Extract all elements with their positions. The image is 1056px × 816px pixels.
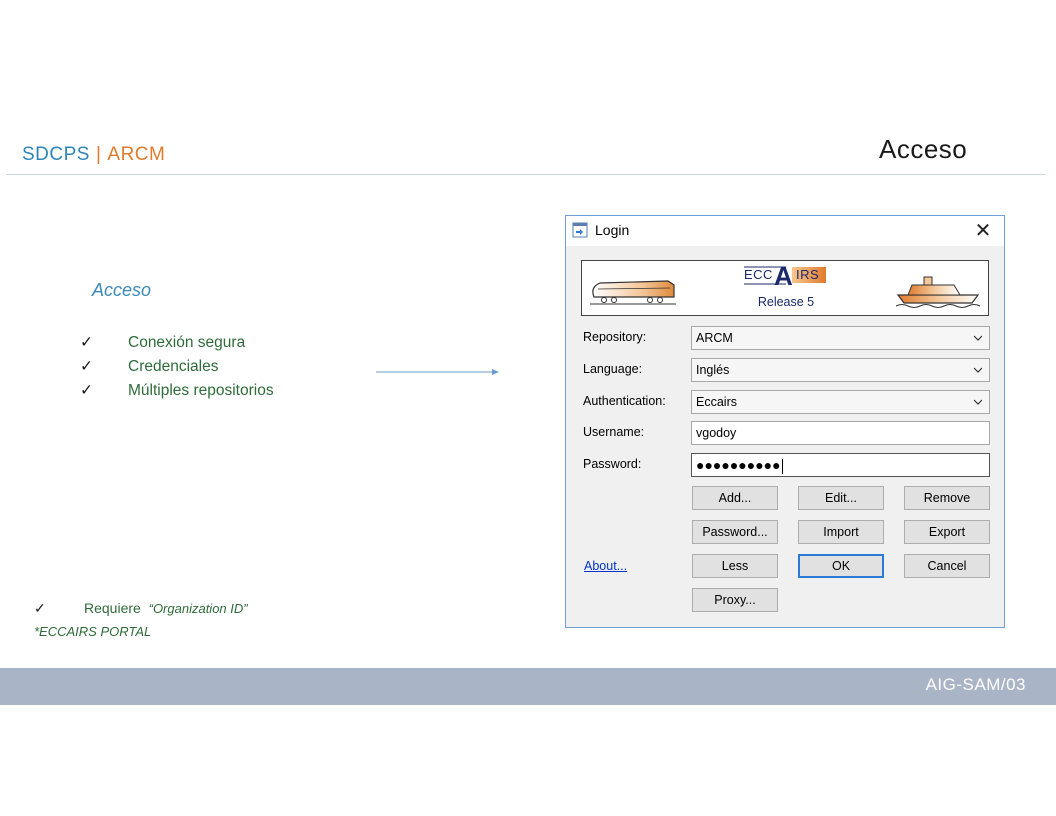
note-prefix: Requiere [84, 600, 141, 616]
note-emphasis: “Organization ID” [148, 601, 248, 616]
less-button[interactable]: Less [692, 554, 778, 578]
ok-button[interactable]: OK [798, 554, 884, 578]
about-link[interactable]: About... [584, 559, 627, 573]
ship-icon [895, 276, 981, 308]
portal-note: *ECCAIRS PORTAL [34, 624, 152, 639]
repository-select[interactable]: ARCM [691, 326, 990, 350]
train-icon [590, 280, 676, 305]
eccairs-banner: ECC A IRS Release 5 [581, 260, 989, 316]
import-button[interactable]: Import [798, 520, 884, 544]
section-heading: Acceso [92, 280, 152, 300]
eccairs-logo: ECC A IRS Release 5 [738, 261, 834, 312]
close-icon[interactable]: ✕ [970, 218, 996, 244]
text-caret [781, 458, 783, 474]
repository-value: ARCM [696, 331, 733, 345]
logo-text-mid: A [774, 261, 793, 291]
edit-button[interactable]: Edit... [798, 486, 884, 510]
feature-item: ✓ Conexión segura [80, 333, 245, 352]
checkmark-icon: ✓ [80, 358, 93, 375]
feature-item: ✓ Múltiples repositorios [80, 381, 274, 400]
header-divider [6, 174, 1046, 175]
proxy-button[interactable]: Proxy... [692, 588, 778, 612]
dialog-titlebar[interactable]: Login ✕ [566, 216, 1004, 246]
arrow-right-icon [376, 369, 499, 375]
brand-header: SDCPS | ARCM [22, 144, 165, 166]
language-select[interactable]: Inglés [691, 358, 990, 382]
cancel-button[interactable]: Cancel [904, 554, 990, 578]
checkmark-icon: ✓ [80, 334, 93, 351]
language-label: Language: [583, 362, 643, 376]
brand-separator: | [95, 144, 102, 165]
slide-title: Acceso [879, 134, 968, 164]
brand-sdcps: SDCPS [22, 144, 90, 165]
authentication-select[interactable]: Eccairs [691, 390, 990, 414]
language-value: Inglés [696, 363, 730, 377]
chevron-down-icon [973, 367, 983, 373]
logo-text-right: IRS [796, 267, 820, 282]
username-input[interactable]: vgodoy [691, 421, 990, 445]
dialog-title: Login [595, 222, 630, 238]
feature-label: Credenciales [128, 358, 219, 375]
chevron-down-icon [973, 335, 983, 341]
remove-button[interactable]: Remove [904, 486, 990, 510]
password-input[interactable]: ●●●●●●●●●● [691, 453, 990, 477]
export-button[interactable]: Export [904, 520, 990, 544]
chevron-down-icon [973, 399, 983, 405]
username-label: Username: [583, 425, 645, 439]
logo-release: Release 5 [757, 295, 815, 309]
logo-text-left: ECC [744, 267, 773, 282]
feature-item: ✓ Credenciales [80, 357, 218, 376]
checkmark-icon: ✓ [80, 382, 93, 399]
add-button[interactable]: Add... [692, 486, 778, 510]
authentication-label: Authentication: [583, 394, 666, 408]
login-dialog: Login ✕ ECC A IRS Release 5 Repository: … [565, 215, 1005, 628]
change-password-button[interactable]: Password... [692, 520, 778, 544]
username-value: vgodoy [696, 426, 737, 440]
password-value: ●●●●●●●●●● [696, 457, 781, 473]
footer-band: AIG-SAM/03 [0, 668, 1056, 705]
login-window-icon [572, 222, 588, 238]
footer-code: AIG-SAM/03 [925, 675, 1026, 694]
requirement-note: ✓ Requiere “Organization ID” [34, 600, 248, 617]
brand-arcm: ARCM [107, 144, 166, 165]
repository-label: Repository: [583, 330, 647, 344]
feature-label: Múltiples repositorios [128, 382, 274, 399]
password-label: Password: [583, 457, 642, 471]
checkmark-icon: ✓ [34, 600, 46, 616]
feature-label: Conexión segura [128, 334, 246, 351]
authentication-value: Eccairs [696, 395, 737, 409]
